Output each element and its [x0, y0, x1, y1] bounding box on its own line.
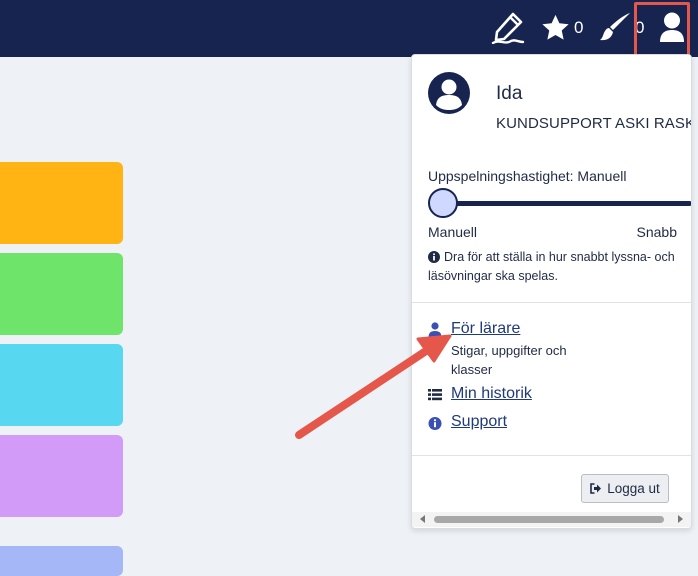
top-bar: 0 0	[0, 0, 698, 57]
brush-icon	[600, 13, 630, 41]
star-icon	[542, 14, 569, 40]
avatar	[428, 72, 470, 114]
logout-label: Logga ut	[607, 481, 660, 496]
history-link[interactable]: Min historik	[451, 385, 532, 403]
playback-hint-text: Dra för att ställa in hur snabbt lyssna-…	[428, 250, 675, 283]
course-tile[interactable]	[0, 435, 123, 517]
horizontal-scrollbar[interactable]	[412, 512, 691, 527]
playback-hint: Dra för att ställa in hur snabbt lyssna-…	[428, 248, 678, 286]
slider-max-label: Snabb	[636, 224, 677, 240]
teacher-icon	[428, 322, 442, 338]
favorites-count: 0	[574, 18, 584, 37]
info-icon	[428, 251, 440, 263]
favorites-button[interactable]: 0	[540, 12, 583, 44]
slider-handle[interactable]	[428, 188, 458, 218]
course-tile[interactable]	[0, 344, 123, 426]
course-tile[interactable]	[0, 546, 123, 576]
scroll-left-icon[interactable]	[420, 515, 425, 523]
user-organization: KUNDSUPPORT ASKI RASK	[496, 115, 692, 132]
scrollbar-thumb[interactable]	[434, 516, 664, 523]
user-dropdown-panel: Ida KUNDSUPPORT ASKI RASK Uppspelningsha…	[411, 54, 692, 529]
menu-item-history[interactable]: Min historik	[428, 385, 532, 403]
divider	[412, 302, 691, 303]
user-name: Ida	[496, 83, 523, 104]
support-link[interactable]: Support	[451, 413, 507, 431]
menu-item-support[interactable]: Support	[428, 413, 507, 431]
for-teachers-link[interactable]: För lärare	[451, 320, 520, 338]
divider	[412, 455, 691, 456]
list-icon	[428, 389, 442, 401]
course-tile[interactable]	[0, 253, 123, 335]
info-icon	[428, 417, 442, 430]
scroll-right-icon[interactable]	[678, 515, 683, 523]
logout-button[interactable]: Logga ut	[581, 474, 669, 503]
menu-item-for-teachers[interactable]: För lärare	[428, 320, 520, 338]
playback-speed-label: Uppspelningshastighet: Manuell	[428, 168, 627, 184]
course-tile[interactable]	[0, 162, 123, 244]
sign-out-icon	[590, 483, 602, 494]
for-teachers-description: Stigar, uppgifter och klasser	[451, 343, 567, 377]
slider-min-label: Manuell	[428, 224, 478, 240]
edit-pen-icon[interactable]	[491, 12, 525, 44]
playback-speed-slider[interactable]	[440, 201, 691, 206]
